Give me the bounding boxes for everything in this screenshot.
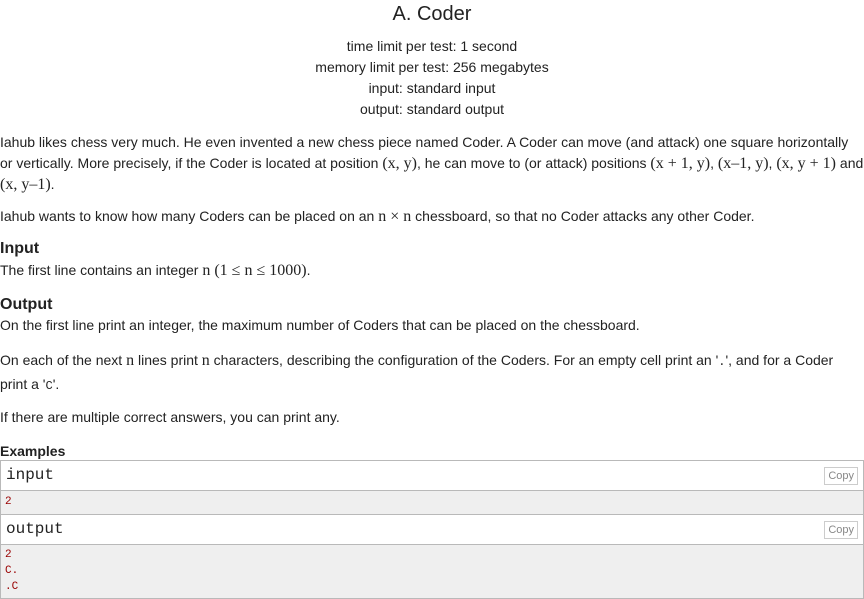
problem-title: A. Coder <box>392 3 472 25</box>
output-paragraph-2: On each of the next n lines print n char… <box>0 349 864 397</box>
math-move-4: (x, y–1) <box>0 176 51 193</box>
statement-text: and <box>836 154 864 171</box>
output-paragraph-3: If there are multiple correct answers, y… <box>0 409 340 425</box>
math-move-3: (x, y + 1) <box>776 154 837 172</box>
statement-text: chessboard, so that no Coder attacks any… <box>411 208 755 224</box>
output-text: lines print <box>134 352 202 368</box>
math-n-constraint: n (1 ≤ n ≤ 1000) <box>202 262 307 279</box>
example-input-label: input <box>6 466 55 484</box>
statement-text: , he can move to (or attack) positions <box>416 154 651 171</box>
examples-heading: Examples <box>0 443 66 459</box>
output-text: '. <box>52 376 60 392</box>
statement-paragraph-2: Iahub wants to know how many Coders can … <box>0 206 864 228</box>
limits-block: time limit per test: 1 second memory lim… <box>0 36 864 120</box>
input-spec: input: standard input <box>368 80 496 96</box>
output-spec: output: standard output <box>360 101 504 117</box>
statement-paragraph-1: Iahub likes chess very much. He even inv… <box>0 134 864 193</box>
example-output-body: 2 C. .C <box>0 545 864 599</box>
problem-header: A. Coder time limit per test: 1 second m… <box>0 0 864 120</box>
math-move-2: (x–1, y) <box>717 154 769 172</box>
example-input-header: input Copy <box>0 460 864 491</box>
math-n: n <box>126 352 135 369</box>
math-n: n <box>201 352 210 369</box>
example-output-header: output Copy <box>0 514 864 545</box>
math-board-size: n × n <box>378 208 412 225</box>
statement-text: Iahub wants to know how many Coders can … <box>0 208 379 224</box>
example-output-line: C. <box>5 565 19 577</box>
input-text: The first line contains an integer n (1 … <box>0 262 311 279</box>
copy-output-button[interactable]: Copy <box>824 521 858 539</box>
memory-limit: memory limit per test: 256 megabytes <box>315 59 549 75</box>
input-heading: Input <box>0 240 40 257</box>
output-text: characters, describing the configuration… <box>209 352 719 368</box>
example-input-body: 2 <box>0 491 864 515</box>
output-heading: Output <box>0 296 53 313</box>
example-output-line: .C <box>5 581 19 593</box>
math-move-1: (x + 1, y) <box>650 154 711 172</box>
example-input-line: 2 <box>5 496 12 508</box>
input-description: The first line contains an integer <box>0 262 203 278</box>
example-output-line: 2 <box>5 549 12 561</box>
output-text: On each of the next <box>0 352 127 368</box>
math-position: (x, y) <box>382 154 417 172</box>
output-paragraph-1: On the first line print an integer, the … <box>0 317 640 333</box>
example-output-label: output <box>6 520 64 538</box>
time-limit: time limit per test: 1 second <box>346 38 518 54</box>
copy-input-button[interactable]: Copy <box>824 467 858 485</box>
coder-char: C <box>45 379 53 393</box>
